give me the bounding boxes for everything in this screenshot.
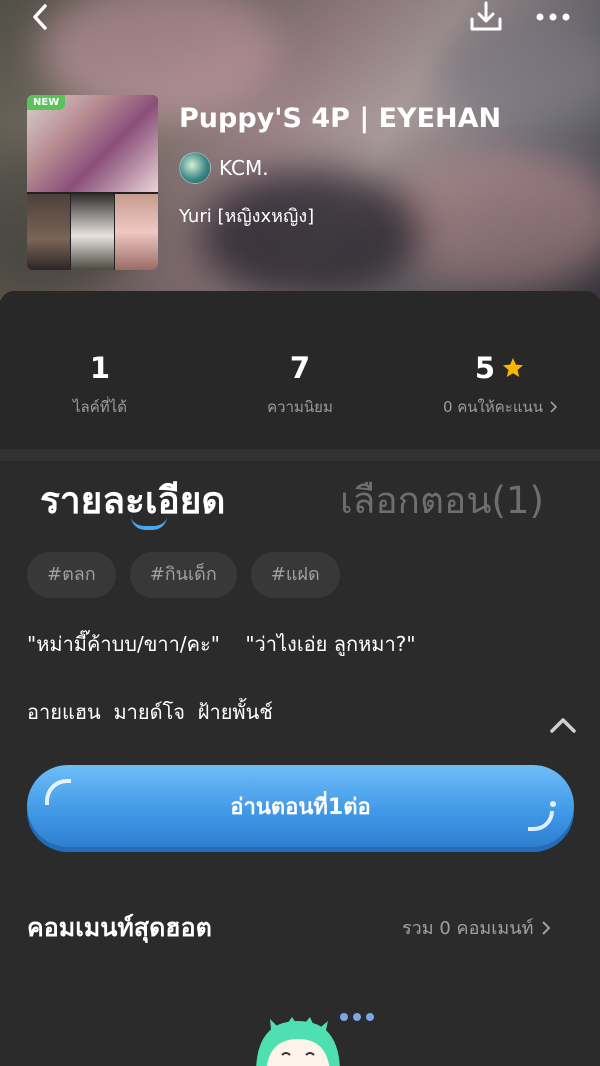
- read-episode-button[interactable]: อ่านตอนที่1ต่อ: [27, 765, 574, 847]
- stat-rating[interactable]: 5 0 คนให้คะแนน: [400, 351, 600, 419]
- chevron-right-icon: [550, 401, 558, 413]
- tab-bar: รายละเอียด เลือกตอน(1): [0, 471, 600, 531]
- likes-count: 1: [89, 351, 111, 385]
- download-button[interactable]: [466, 0, 506, 34]
- rating-value: 5: [474, 351, 496, 385]
- chevron-up-icon: [550, 718, 576, 733]
- tag-list: #ตลก #กินเด็ก #แฝด: [27, 552, 340, 598]
- star-icon: [503, 358, 524, 377]
- tag-chip[interactable]: #กินเด็ก: [129, 552, 237, 598]
- chevron-left-icon: [33, 4, 47, 30]
- description-line: "หม่ามี๊ค้าบบ/ขาา/คะ" "ว่าไงเอ่ย ลูกหมา?…: [27, 632, 416, 656]
- author-name: KCM.: [219, 156, 269, 180]
- back-button[interactable]: [20, 0, 60, 34]
- mascot-illustration: [252, 1013, 344, 1066]
- new-badge: NEW: [27, 95, 66, 110]
- popularity-count: 7: [289, 351, 311, 385]
- stats-bar: 1 ไลค์ที่ได้ 7 ความนิยม 5 0 คนให้คะแนน: [0, 291, 600, 449]
- more-dots-icon: [536, 13, 570, 21]
- author-row[interactable]: KCM.: [179, 152, 269, 184]
- more-button[interactable]: [533, 0, 573, 34]
- story-title: Puppy'S 4P | EYEHAN: [179, 103, 502, 134]
- stat-likes: 1 ไลค์ที่ได้: [0, 351, 200, 419]
- tag-chip[interactable]: #แฝด: [250, 552, 340, 598]
- cover-image: [27, 95, 158, 270]
- detail-panel: 1 ไลค์ที่ได้ 7 ความนิยม 5 0 คนให้คะแนน ร…: [0, 291, 600, 1066]
- typing-dots: [340, 1013, 374, 1021]
- tag-chip[interactable]: #ตลก: [27, 552, 116, 598]
- tab-episodes[interactable]: เลือกตอน(1): [340, 471, 544, 530]
- description-line: อายแฮน มายด์โจ ฝ้ายพั้นช์: [27, 700, 273, 724]
- rating-label: 0 คนให้คะแนน: [442, 398, 544, 416]
- hot-comments-title: คอมเมนท์สุดฮอต: [27, 913, 212, 942]
- genre-label: Yuri [หญิงxหญิง]: [179, 206, 315, 227]
- collapse-button[interactable]: [547, 711, 579, 739]
- likes-label: ไลค์ที่ได้: [73, 398, 127, 416]
- comments-total-link[interactable]: รวม 0 คอมเมนท์: [402, 913, 551, 942]
- download-icon: [470, 1, 502, 31]
- popularity-label: ความนิยม: [267, 398, 333, 416]
- author-avatar: [179, 152, 211, 184]
- section-divider: [0, 449, 600, 461]
- read-episode-label: อ่านตอนที่1ต่อ: [230, 794, 371, 820]
- stat-popularity: 7 ความนิยม: [200, 351, 400, 419]
- chevron-right-icon: [542, 920, 551, 935]
- comments-total-label: รวม 0 คอมเมนท์: [402, 918, 534, 939]
